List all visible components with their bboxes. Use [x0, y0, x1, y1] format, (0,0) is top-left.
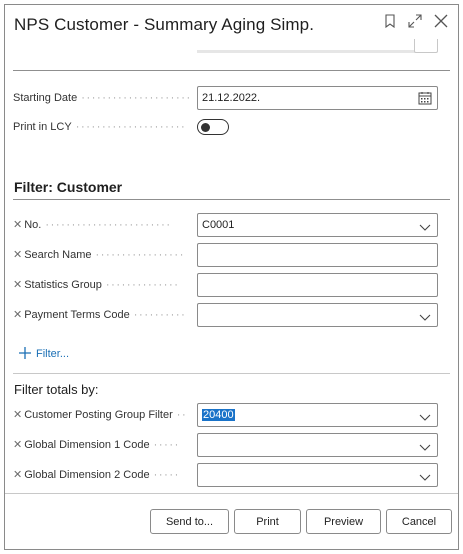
toggle-knob [201, 122, 210, 132]
print-lcy-toggle[interactable] [197, 119, 229, 135]
send-to-button[interactable]: Send to... [150, 509, 229, 534]
collapsed-field-stub [197, 39, 438, 53]
filter-label-statistics-group: Statistics Group [24, 279, 102, 291]
statistics-group-filter-input[interactable] [197, 273, 438, 297]
filter-row-no: ✕ No. ························ C0001 [13, 213, 443, 237]
print-lcy-row: Print in LCY ····················· [13, 115, 443, 139]
remove-filter-icon[interactable]: ✕ [13, 219, 22, 231]
global-dimension-2-input[interactable] [197, 463, 438, 487]
totals-row-customer-posting-group: ✕ Customer Posting Group Filter ·· 20400 [13, 403, 443, 427]
expand-icon[interactable] [408, 14, 422, 28]
remove-filter-icon[interactable]: ✕ [13, 469, 22, 481]
chevron-down-icon[interactable] [419, 219, 431, 241]
no-filter-input[interactable]: C0001 [197, 213, 438, 237]
top-divider [13, 70, 450, 71]
search-name-filter-input[interactable] [197, 243, 438, 267]
starting-date-input[interactable]: 21.12.2022. [197, 86, 438, 110]
filter-label-no: No. [24, 219, 42, 231]
plus-icon [19, 346, 31, 362]
no-filter-value: C0001 [202, 219, 235, 231]
add-filter-label: Filter... [36, 348, 70, 360]
customer-posting-group-value: 20400 [202, 409, 235, 421]
totals-divider [13, 373, 450, 374]
dialog-title: NPS Customer - Summary Aging Simp. [14, 15, 315, 34]
calendar-icon[interactable] [418, 91, 432, 113]
title-actions [384, 14, 448, 28]
cancel-button[interactable]: Cancel [386, 509, 452, 534]
starting-date-label: Starting Date [13, 92, 78, 104]
filter-row-statistics-group: ✕ Statistics Group ·············· [13, 273, 443, 297]
remove-filter-icon[interactable]: ✕ [13, 279, 22, 291]
print-lcy-label: Print in LCY [13, 121, 72, 133]
print-button[interactable]: Print [234, 509, 301, 534]
chevron-down-icon[interactable] [419, 309, 431, 331]
chevron-down-icon[interactable] [419, 409, 431, 431]
chevron-down-icon[interactable] [419, 469, 431, 491]
add-filter-link[interactable]: Filter... [19, 345, 69, 363]
remove-filter-icon[interactable]: ✕ [13, 439, 22, 451]
totals-label-global-dimension-1: Global Dimension 1 Code [24, 439, 150, 451]
chevron-down-icon[interactable] [419, 439, 431, 461]
filter-customer-divider [13, 199, 450, 200]
customer-posting-group-input[interactable]: 20400 [197, 403, 438, 427]
remove-filter-icon[interactable]: ✕ [13, 249, 22, 261]
close-icon[interactable] [434, 14, 448, 28]
bookmark-icon[interactable] [384, 14, 396, 28]
starting-date-row: Starting Date ····················· 21.12… [13, 86, 443, 110]
totals-label-customer-posting-group: Customer Posting Group Filter [24, 409, 173, 421]
totals-row-global-dimension-1: ✕ Global Dimension 1 Code ····· [13, 433, 443, 457]
dialog-footer: Send to... Print Preview Cancel [5, 491, 458, 549]
payment-terms-filter-input[interactable] [197, 303, 438, 327]
remove-filter-icon[interactable]: ✕ [13, 309, 22, 321]
filter-row-payment-terms: ✕ Payment Terms Code ·········· [13, 303, 443, 327]
remove-filter-icon[interactable]: ✕ [13, 409, 22, 421]
totals-label-global-dimension-2: Global Dimension 2 Code [24, 469, 150, 481]
filter-customer-title: Filter: Customer [14, 179, 123, 195]
preview-button[interactable]: Preview [306, 509, 381, 534]
filter-totals-title: Filter totals by: [14, 382, 99, 397]
starting-date-value: 21.12.2022. [202, 92, 261, 104]
totals-row-global-dimension-2: ✕ Global Dimension 2 Code ····· [13, 463, 443, 487]
request-page-dialog: NPS Customer - Summary Aging Simp. Start… [4, 4, 459, 550]
global-dimension-1-input[interactable] [197, 433, 438, 457]
filter-label-payment-terms: Payment Terms Code [24, 309, 130, 321]
filter-row-search-name: ✕ Search Name ················· [13, 243, 443, 267]
filter-label-search-name: Search Name [24, 249, 92, 261]
